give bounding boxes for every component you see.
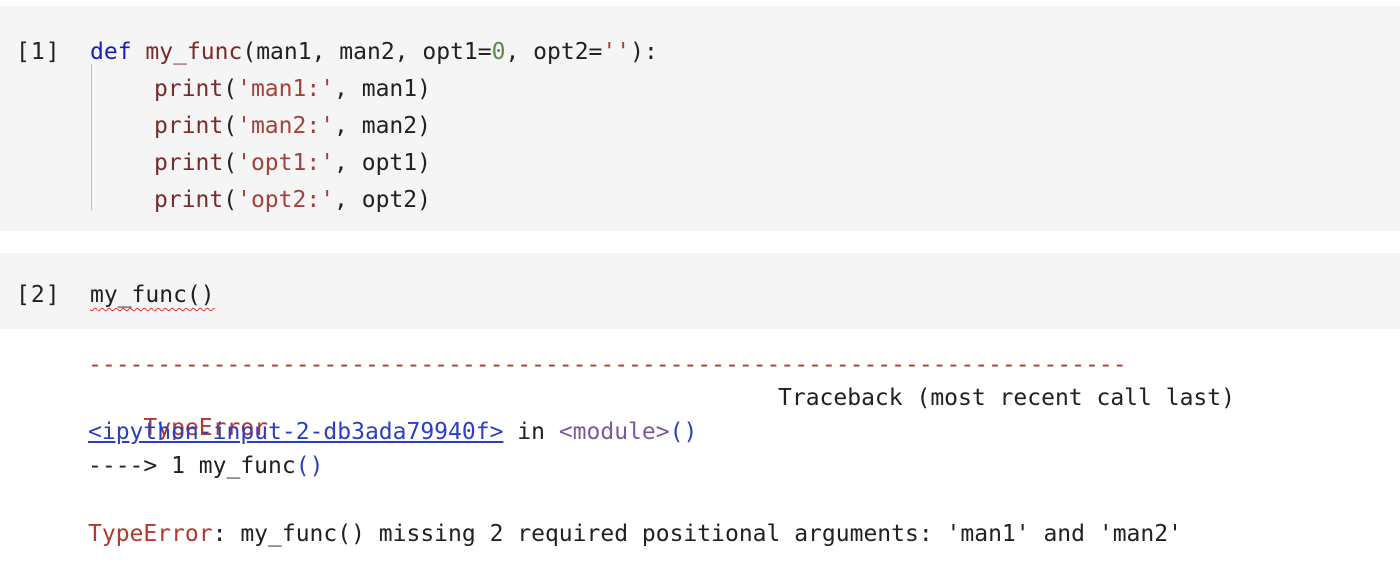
error-message-line: TypeError: my_func() missing 2 required … [88, 519, 1182, 549]
traceback-module: <module> [558, 419, 670, 445]
code-string: 'opt1:' [237, 150, 335, 176]
code-line-print: print('opt2:', opt2) [154, 186, 431, 214]
code-paren: ( [223, 150, 238, 176]
final-error-name: TypeError [88, 521, 213, 547]
code-args: , opt2= [505, 39, 603, 65]
builtin-print: print [154, 150, 224, 176]
code-args: , man2) [334, 113, 431, 139]
code-args: , opt2) [334, 187, 431, 213]
code-line-print: print('opt1:', opt1) [154, 149, 431, 177]
keyword-def: def [90, 39, 132, 65]
code-paren: ( [223, 76, 238, 102]
traceback-in: in [503, 419, 559, 445]
traceback-location: <ipython-input-2-db3ada79940f> in <modul… [88, 417, 697, 447]
code-tail: ): [630, 39, 658, 65]
cell-prompt: [1] [16, 39, 61, 65]
code-args: , opt1) [334, 150, 431, 176]
traceback-arrow-line: ----> 1 my_func() [88, 451, 323, 481]
code-line-call: my_func() [90, 281, 215, 309]
code-number: 0 [491, 39, 506, 65]
builtin-print: print [154, 187, 224, 213]
code-args: (man1, man2, opt1= [242, 39, 492, 65]
error-output: ----------------------------------------… [88, 350, 1398, 580]
traceback-call-parens: () [295, 453, 324, 479]
code-string: 'man2:' [237, 113, 335, 139]
code-line-print: print('man1:', man1) [154, 75, 431, 103]
indent-guide [91, 64, 92, 210]
ipython-input-link[interactable]: <ipython-input-2-db3ada79940f> [88, 419, 503, 445]
traceback-label: Traceback (most recent call last) [778, 385, 1235, 411]
code-string: 'man1:' [237, 76, 335, 102]
traceback-parens: () [669, 419, 698, 445]
code-line-def: def my_func(man1, man2, opt1=0, opt2='')… [90, 38, 658, 66]
code-cell-2[interactable]: [2] my_func() [0, 253, 1400, 329]
builtin-print: print [154, 113, 224, 139]
traceback-arrow: ----> 1 my_func [88, 453, 296, 479]
code-line-print: print('man2:', man2) [154, 112, 431, 140]
code-call-with-error: my_func() [90, 282, 215, 308]
code-paren: ( [223, 113, 238, 139]
builtin-print: print [154, 76, 224, 102]
code-string: 'opt2:' [237, 187, 335, 213]
final-error-message: : my_func() missing 2 required positiona… [212, 521, 1182, 547]
code-args: , man1) [334, 76, 431, 102]
code-string: '' [602, 39, 631, 65]
code-cell-1[interactable]: [1] def my_func(man1, man2, opt1=0, opt2… [0, 6, 1400, 231]
cell-prompt: [2] [16, 282, 61, 308]
function-name: my_func [145, 39, 243, 65]
code-paren: ( [223, 187, 238, 213]
traceback-separator: ----------------------------------------… [88, 352, 1127, 378]
